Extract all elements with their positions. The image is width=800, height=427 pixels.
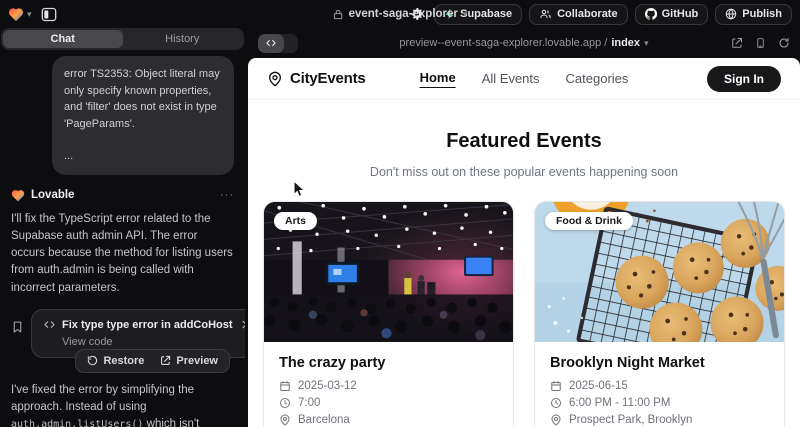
event-image-cookies: Food & Drink [535, 202, 784, 342]
publish-label: Publish [742, 8, 782, 20]
url-page: index [611, 37, 640, 49]
assistant-paragraph-2: I've fixed the error by simplifying the … [11, 382, 234, 427]
lock-icon [333, 9, 344, 20]
category-badge: Food & Drink [545, 212, 633, 230]
code-view-toggle[interactable] [258, 34, 298, 53]
people-icon [539, 8, 552, 20]
chevron-down-icon: ▾ [463, 10, 468, 19]
event-time: 7:00 [298, 397, 320, 409]
app-header: CityEvents Home All Events Categories Si… [248, 58, 800, 100]
chevron-down-icon: ▾ [27, 10, 32, 19]
map-pin-icon [550, 414, 562, 426]
message-menu-button[interactable]: ··· [220, 189, 234, 201]
chat-panel: Chat History error TS2353: Object litera… [0, 28, 245, 427]
github-label: GitHub [662, 8, 699, 20]
event-time: 6:00 PM - 11:00 PM [569, 397, 670, 409]
event-title: Brooklyn Night Market [550, 355, 769, 371]
github-button[interactable]: GitHub [635, 4, 709, 25]
paragraph-text: I've fixed the error by simplifying the … [11, 384, 194, 413]
collaborate-button[interactable]: Collaborate [529, 4, 628, 25]
preview-url[interactable]: preview--event-saga-explorer.lovable.app… [399, 37, 648, 49]
assistant-name: Lovable [31, 189, 74, 201]
featured-section-header: Featured Events Don't miss out on these … [248, 100, 800, 179]
clock-icon [279, 397, 291, 409]
event-location: Prospect Park, Brooklyn [569, 414, 692, 426]
version-actions: Restore Preview [75, 349, 230, 373]
event-cards: Arts The crazy party 2025-03-12 [248, 201, 800, 427]
user-message-text: error TS2353: Object literal may only sp… [64, 68, 220, 130]
code-icon [43, 319, 56, 330]
preview-panel: preview--event-saga-explorer.lovable.app… [248, 28, 800, 427]
chat-messages[interactable]: error TS2353: Object literal may only sp… [0, 50, 245, 427]
globe-icon [725, 8, 737, 20]
nav-all-events[interactable]: All Events [482, 71, 540, 86]
sidebar-icon [41, 7, 57, 22]
section-title: Featured Events [248, 130, 800, 153]
mobile-view-button[interactable] [755, 37, 766, 49]
lovable-logo-menu[interactable]: ▾ [8, 7, 32, 22]
bookmark-icon[interactable] [11, 320, 24, 339]
restore-button[interactable]: Restore [80, 353, 151, 369]
publish-button[interactable]: Publish [715, 4, 792, 25]
collaborate-label: Collaborate [557, 8, 618, 20]
map-pin-icon [279, 414, 291, 426]
user-message-bubble: error TS2353: Object literal may only sp… [52, 56, 234, 175]
event-date: 2025-06-15 [569, 380, 628, 392]
code-icon [258, 34, 284, 53]
github-icon [645, 8, 657, 20]
external-link-icon [160, 355, 171, 366]
event-location: Barcelona [298, 414, 350, 426]
calendar-icon [550, 380, 562, 392]
refresh-button[interactable] [778, 37, 790, 49]
event-title: The crazy party [279, 355, 498, 371]
topbar: ▾ event-saga-explorer ▾ Supabas [0, 0, 800, 28]
code-card-title: Fix type type error in addCoHost [62, 319, 233, 331]
user-message-ellipsis: ... [64, 148, 222, 165]
nav-home[interactable]: Home [420, 70, 456, 88]
section-subtitle: Don't miss out on these popular events h… [248, 165, 800, 179]
preview-toolbar: preview--event-saga-explorer.lovable.app… [248, 28, 800, 58]
event-image-conference: Arts [264, 202, 513, 342]
lovable-heart-icon [11, 189, 25, 202]
assistant-header: Lovable ··· [11, 189, 234, 202]
brand-name: CityEvents [290, 70, 366, 87]
chevron-down-icon: ▾ [644, 39, 649, 48]
panel-toggle-button[interactable] [38, 4, 60, 24]
project-switcher[interactable]: event-saga-explorer ▾ [333, 0, 468, 28]
tab-chat[interactable]: Chat [3, 30, 123, 48]
preview-button[interactable]: Preview [153, 353, 225, 369]
restore-icon [87, 355, 98, 366]
event-card-brooklyn-night-market[interactable]: Food & Drink Brooklyn Night Market 2025-… [534, 201, 785, 427]
inline-code: auth.admin.listUsers() [11, 419, 143, 427]
chat-history-tabs: Chat History [1, 28, 244, 50]
map-pin-icon [267, 71, 283, 87]
url-prefix: preview--event-saga-explorer.lovable.app… [399, 37, 607, 49]
preview-label: Preview [176, 355, 218, 367]
project-name: event-saga-explorer [349, 8, 458, 20]
app-nav: Home All Events Categories [420, 70, 629, 88]
chevron-right-icon [239, 319, 245, 330]
category-badge: Arts [274, 212, 317, 230]
event-date: 2025-03-12 [298, 380, 357, 392]
supabase-label: Supabase [460, 8, 512, 20]
event-card-the-crazy-party[interactable]: Arts The crazy party 2025-03-12 [263, 201, 514, 427]
open-in-new-tab-button[interactable] [731, 37, 743, 49]
assistant-paragraph-1: I'll fix the TypeScript error related to… [11, 211, 234, 297]
calendar-icon [279, 380, 291, 392]
clock-icon [550, 397, 562, 409]
app-brand[interactable]: CityEvents [267, 70, 366, 87]
lovable-heart-icon [8, 7, 24, 22]
view-code-link[interactable]: View code [62, 336, 245, 348]
sign-in-button[interactable]: Sign In [707, 66, 781, 92]
restore-label: Restore [103, 355, 144, 367]
app-preview: CityEvents Home All Events Categories Si… [248, 58, 800, 427]
tab-history[interactable]: History [123, 30, 243, 48]
nav-categories[interactable]: Categories [566, 71, 629, 86]
